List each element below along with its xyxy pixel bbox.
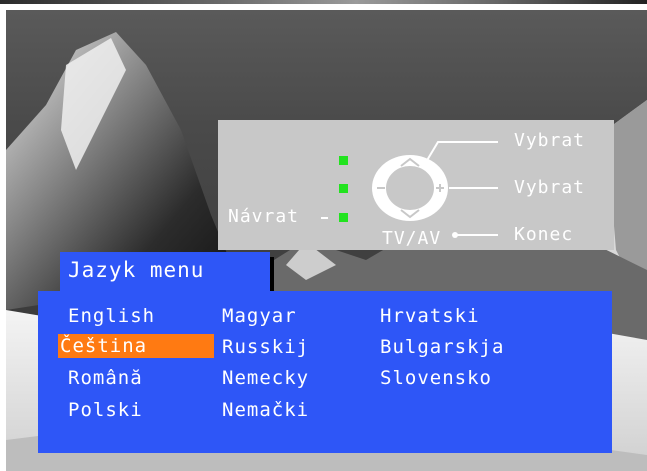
help-select-up-label: Vybrat bbox=[514, 130, 586, 151]
menu-title: Jazyk menu bbox=[68, 258, 205, 282]
language-option-magyar[interactable]: Magyar bbox=[222, 304, 297, 328]
language-option-english[interactable]: English bbox=[68, 304, 155, 328]
language-option-nemecky[interactable]: Nemecky bbox=[222, 366, 309, 390]
language-option-slovensko[interactable]: Slovensko bbox=[380, 366, 492, 390]
help-end-label: Konec bbox=[514, 224, 574, 245]
top-edge-strip bbox=[0, 0, 647, 4]
language-option-hrvatski[interactable]: Hrvatski bbox=[380, 304, 480, 328]
language-option-russkij[interactable]: Russkij bbox=[222, 335, 309, 359]
tv-screen: Vybrat Vybrat Konec Návrat TV/AV Jazyk m… bbox=[6, 10, 647, 471]
help-tvav-label: TV/AV bbox=[382, 228, 442, 249]
language-list-panel: English Čeština Română Polski Magyar Rus… bbox=[38, 291, 612, 453]
menu-title-box: Jazyk menu bbox=[60, 252, 270, 291]
language-option-polski[interactable]: Polski bbox=[68, 398, 143, 422]
help-select-side-label: Vybrat bbox=[514, 177, 586, 198]
help-back-label: Návrat bbox=[228, 206, 300, 227]
language-option-bulgarskja[interactable]: Bulgarskja bbox=[380, 335, 504, 359]
remote-help-panel: Vybrat Vybrat Konec Návrat TV/AV bbox=[218, 120, 614, 250]
language-option-romana[interactable]: Română bbox=[68, 366, 143, 390]
language-option-nemacki[interactable]: Nemački bbox=[222, 398, 309, 422]
language-option-cestina[interactable]: Čeština bbox=[58, 334, 214, 358]
